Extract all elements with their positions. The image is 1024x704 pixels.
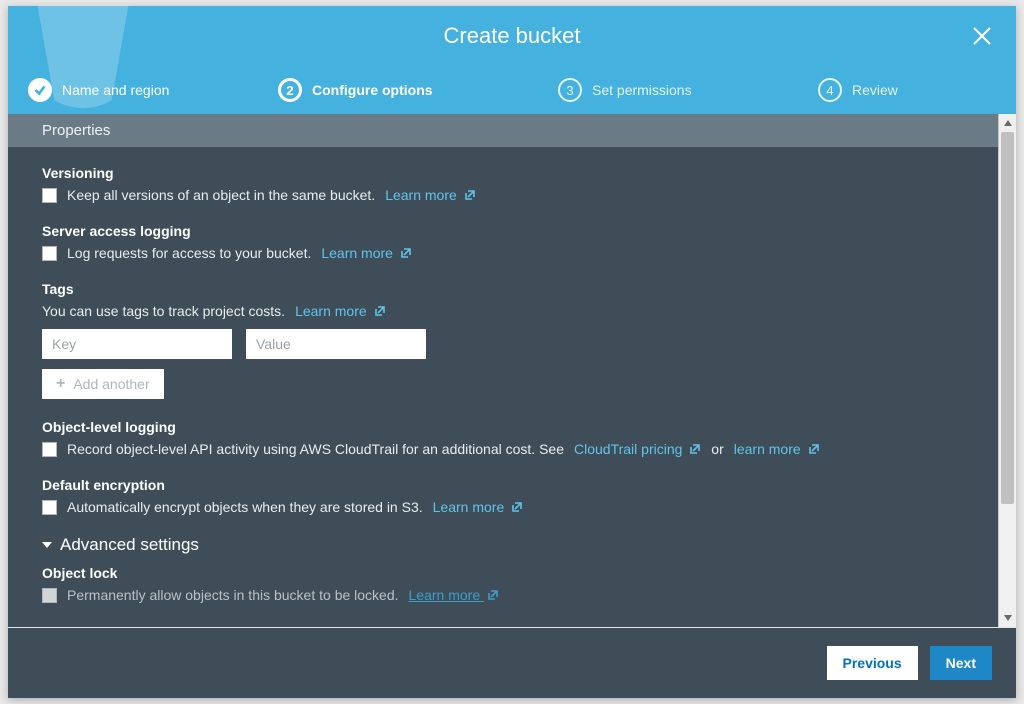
link-text: Learn more: [409, 587, 481, 603]
section-title: Object lock: [42, 565, 964, 581]
section-object-level-logging: Object-level logging Record object-level…: [42, 419, 964, 457]
server-logging-checkbox[interactable]: [42, 246, 57, 261]
section-versioning: Versioning Keep all versions of an objec…: [42, 165, 964, 203]
link-text: Learn more: [433, 499, 505, 515]
scrollbar-track[interactable]: [999, 132, 1016, 609]
external-link-icon: [464, 188, 476, 200]
server-logging-learn-more-link[interactable]: Learn more: [321, 245, 411, 261]
tag-value-input[interactable]: [246, 329, 426, 359]
section-title: Server access logging: [42, 223, 964, 239]
wizard-step-name-region[interactable]: Name and region: [18, 78, 278, 102]
section-tags: Tags You can use tags to track project c…: [42, 281, 964, 399]
tags-desc: You can use tags to track project costs.: [42, 303, 285, 319]
tag-key-input[interactable]: [42, 329, 232, 359]
external-link-icon: [511, 500, 523, 512]
external-link-icon: [487, 588, 499, 600]
modal-title: Create bucket: [444, 23, 581, 49]
object-logging-checkbox[interactable]: [42, 442, 57, 457]
step-number-icon: 4: [818, 78, 842, 102]
wizard-step-set-permissions[interactable]: 3 Set permissions: [558, 78, 818, 102]
next-button[interactable]: Next: [930, 646, 992, 680]
wizard-step-label: Name and region: [62, 82, 169, 98]
scroll-down-arrow-icon[interactable]: [1001, 611, 1015, 625]
server-logging-desc: Log requests for access to your bucket.: [67, 245, 311, 261]
object-lock-learn-more-link[interactable]: Learn more: [409, 587, 499, 603]
link-text: Learn more: [295, 303, 367, 319]
link-text: CloudTrail pricing: [574, 441, 682, 457]
external-link-icon: [374, 304, 386, 316]
panel-body: Versioning Keep all versions of an objec…: [8, 147, 998, 611]
object-logging-desc: Record object-level API activity using A…: [67, 441, 564, 457]
tag-input-row: [42, 329, 964, 359]
encryption-checkbox[interactable]: [42, 500, 57, 515]
scrollbar-thumb[interactable]: [1001, 132, 1014, 504]
check-icon: [28, 78, 52, 102]
section-header-properties: Properties: [8, 114, 998, 147]
modal-body: Properties Versioning Keep all versions …: [8, 114, 1016, 627]
modal-titlebar: Create bucket: [8, 6, 1016, 66]
section-object-lock: Object lock Permanently allow objects in…: [42, 565, 964, 603]
wizard-steps: Name and region 2 Configure options 3 Se…: [8, 66, 1016, 114]
encryption-desc: Automatically encrypt objects when they …: [67, 499, 423, 515]
section-title: Object-level logging: [42, 419, 964, 435]
section-default-encryption: Default encryption Automatically encrypt…: [42, 477, 964, 515]
step-number-icon: 2: [278, 78, 302, 102]
create-bucket-modal: Create bucket Name and region 2 Configur…: [8, 6, 1016, 698]
modal-footer: Previous Next: [8, 628, 1016, 698]
external-link-icon: [808, 442, 820, 454]
section-title: Default encryption: [42, 477, 964, 493]
wizard-step-label: Review: [852, 82, 898, 98]
wizard-step-configure-options[interactable]: 2 Configure options: [278, 78, 558, 102]
object-lock-desc: Permanently allow objects in this bucket…: [67, 587, 399, 603]
vertical-scrollbar[interactable]: [998, 114, 1016, 627]
versioning-checkbox[interactable]: [42, 188, 57, 203]
scroll-area: Properties Versioning Keep all versions …: [8, 114, 998, 627]
link-text: Learn more: [321, 245, 393, 261]
scroll-up-arrow-icon[interactable]: [1001, 116, 1015, 130]
link-text: learn more: [734, 441, 801, 457]
advanced-settings-title: Advanced settings: [60, 535, 199, 555]
cloudtrail-pricing-link[interactable]: CloudTrail pricing: [574, 441, 701, 457]
versioning-learn-more-link[interactable]: Learn more: [385, 187, 475, 203]
section-server-access-logging: Server access logging Log requests for a…: [42, 223, 964, 261]
versioning-desc: Keep all versions of an object in the sa…: [67, 187, 375, 203]
plus-icon: +: [56, 376, 65, 392]
wizard-step-review[interactable]: 4 Review: [818, 78, 978, 102]
close-button[interactable]: [970, 24, 994, 48]
object-lock-checkbox[interactable]: [42, 588, 57, 603]
wizard-step-label: Configure options: [312, 82, 433, 98]
close-icon: [970, 35, 994, 52]
caret-down-icon: [42, 542, 52, 548]
tags-learn-more-link[interactable]: Learn more: [295, 303, 385, 319]
link-text: Learn more: [385, 187, 457, 203]
encryption-learn-more-link[interactable]: Learn more: [433, 499, 523, 515]
step-number-icon: 3: [558, 78, 582, 102]
button-label: Add another: [73, 376, 149, 392]
advanced-settings-toggle[interactable]: Advanced settings: [42, 535, 964, 555]
section-title: Versioning: [42, 165, 964, 181]
wizard-step-label: Set permissions: [592, 82, 692, 98]
object-logging-learn-more-link[interactable]: learn more: [734, 441, 820, 457]
add-another-tag-button[interactable]: + Add another: [42, 369, 164, 399]
external-link-icon: [400, 246, 412, 258]
previous-button[interactable]: Previous: [827, 646, 918, 680]
external-link-icon: [689, 442, 701, 454]
section-title: Tags: [42, 281, 964, 297]
or-text: or: [711, 441, 723, 457]
